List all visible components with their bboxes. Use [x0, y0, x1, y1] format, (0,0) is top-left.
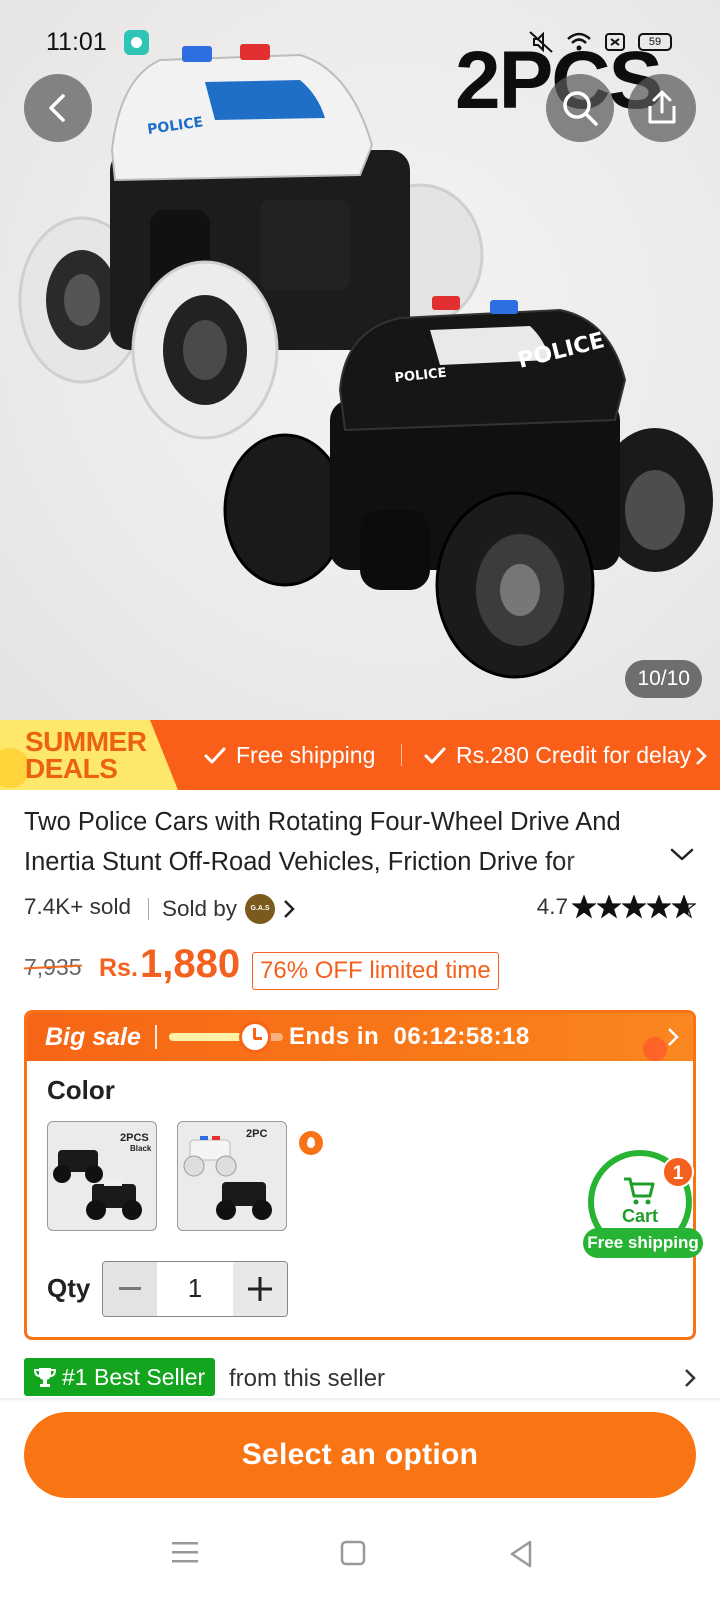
back-button[interactable] [24, 74, 92, 142]
minus-icon [119, 1287, 141, 1290]
best-seller-text: #1 Best Seller [62, 1363, 206, 1390]
star-icon [672, 895, 696, 919]
color-label: Color [47, 1075, 115, 1105]
best-seller-from: from this seller [229, 1365, 386, 1392]
cart-count-badge: 1 [662, 1156, 694, 1188]
qty-value[interactable]: 1 [157, 1262, 233, 1316]
promo-strip[interactable]: SUMMER DEALS Free shipping Rs.280 Credit… [0, 720, 720, 790]
clock-icon [239, 1021, 271, 1053]
chevron-right-icon [284, 900, 295, 918]
status-bar: 11:01 59 [0, 0, 720, 86]
mute-icon [529, 31, 553, 53]
cart-free-shipping: Free shipping [583, 1228, 703, 1258]
notification-app-icon [124, 30, 149, 55]
price-row: 7,935 Rs. 1,880 76% OFF limited time [24, 940, 696, 992]
summer-deals-line2: DEALS [25, 753, 118, 784]
cart-label: Cart [621, 1206, 658, 1226]
star-icon [647, 895, 671, 919]
rating-stars [572, 895, 696, 919]
system-nav-bar [0, 1522, 720, 1600]
best-seller-row[interactable]: #1 Best Seller from this seller [24, 1358, 696, 1398]
sale-divider [155, 1025, 157, 1049]
hot-flame-icon [297, 1129, 325, 1157]
star-icon [572, 895, 596, 919]
wifi-icon [567, 32, 591, 51]
sale-countdown: Ends in 06:12:58:18 [289, 1023, 530, 1051]
delay-credit-perk: Rs.280 Credit for delay [424, 742, 708, 769]
plus-icon [248, 1277, 272, 1301]
original-price: 7,935 [24, 954, 82, 980]
color-option-white-black[interactable]: 2PC [177, 1121, 287, 1231]
sold-count: 7.4K+ sold [24, 894, 131, 919]
product-meta: 7.4K+ sold Sold by G.A.S 4.7 [24, 892, 696, 924]
star-icon [622, 895, 646, 919]
trophy-icon [34, 1368, 56, 1387]
qty-increase-button[interactable] [233, 1262, 287, 1316]
check-icon [204, 747, 226, 763]
discount-badge: 76% OFF limited time [252, 952, 499, 990]
footer-divider [0, 1398, 720, 1402]
status-icons: 59 [528, 30, 672, 54]
best-seller-badge: #1 Best Seller [24, 1358, 216, 1396]
swatch-sublabel: Black [130, 1144, 152, 1153]
strip-divider [401, 744, 402, 766]
qty-label: Qty [47, 1273, 91, 1303]
rating[interactable]: 4.7 [537, 894, 696, 920]
free-shipping-perk: Free shipping [204, 742, 375, 769]
chevron-down-icon[interactable] [670, 848, 694, 862]
sale-decoration [643, 1037, 667, 1061]
menu-nav-icon[interactable] [172, 1540, 200, 1566]
sold-by-label: Sold by [162, 896, 238, 921]
image-page-indicator: 10/10 [625, 660, 702, 698]
share-icon [648, 90, 676, 124]
search-icon [563, 91, 598, 126]
search-button[interactable] [546, 74, 614, 142]
meta-divider [148, 898, 149, 920]
summer-deals-line1: SUMMER [25, 726, 147, 757]
floating-cart-button[interactable]: Cart 1 Free shipping [583, 1146, 703, 1258]
rating-value: 4.7 [536, 894, 568, 919]
big-sale-label: Big sale [45, 1023, 141, 1051]
sim-icon [605, 33, 625, 51]
home-nav-icon[interactable] [340, 1540, 366, 1566]
share-button[interactable] [628, 74, 696, 142]
ends-in-label: Ends in [289, 1023, 380, 1050]
check-icon [424, 747, 446, 763]
title-fade [560, 842, 670, 882]
swatch-label: 2PCS [120, 1132, 149, 1144]
back-nav-icon[interactable] [508, 1540, 534, 1568]
price-currency: Rs. [99, 954, 138, 982]
cart-icon [624, 1177, 655, 1205]
swatch-image [183, 1136, 272, 1220]
battery-icon: 59 [638, 33, 672, 51]
seller-logo: G.A.S [245, 894, 276, 924]
countdown-timer: 06:12:58:18 [393, 1023, 530, 1050]
quantity-stepper: 1 [102, 1261, 288, 1317]
swatch-label: 2PC [246, 1128, 268, 1140]
free-shipping-text: Free shipping [236, 742, 376, 768]
chevron-right-icon [696, 746, 708, 765]
qty-decrease-button[interactable] [103, 1262, 157, 1316]
summer-deals-text: SUMMER DEALS [25, 726, 155, 784]
select-option-button[interactable]: Select an option [24, 1412, 696, 1498]
star-icon [597, 895, 621, 919]
chevron-right-icon [668, 1028, 679, 1046]
chevron-right-icon [685, 1369, 696, 1387]
back-arrow-icon [49, 94, 65, 122]
color-option-black[interactable]: 2PCS Black [47, 1121, 157, 1231]
status-time: 11:01 [46, 28, 107, 56]
big-sale-header[interactable]: Big sale Ends in 06:12:58:18 [27, 1013, 693, 1061]
seller-link[interactable]: Sold by G.A.S [162, 894, 295, 924]
delay-credit-text: Rs.280 Credit for delay [456, 742, 692, 768]
sale-price: 1,880 [140, 942, 241, 986]
product-image-carousel[interactable]: POLICE POLICE POLICE 11:01 59 10/10 [0, 0, 720, 720]
